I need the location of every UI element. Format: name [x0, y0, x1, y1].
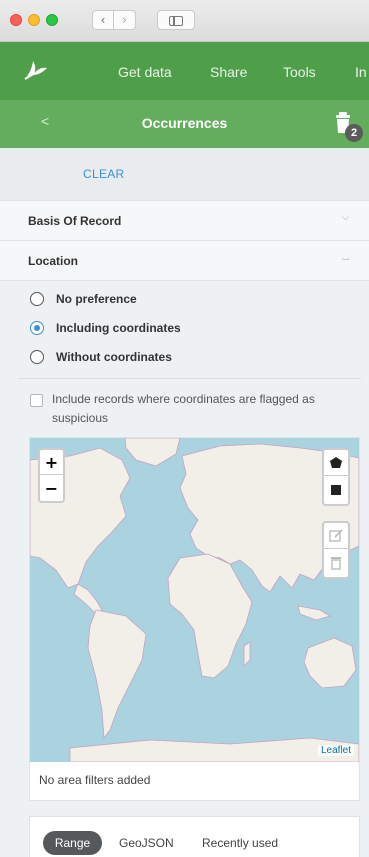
menu-tools[interactable]: Tools [283, 64, 316, 80]
menu-share[interactable]: Share [210, 64, 247, 80]
divider [18, 378, 361, 379]
browser-forward-button[interactable]: › [114, 10, 136, 30]
draw-rectangle-icon[interactable] [324, 477, 348, 503]
edit-layers-icon[interactable] [324, 523, 348, 549]
basis-of-record-section[interactable]: Basis Of Record ⌵ [0, 200, 369, 240]
tab-geojson[interactable]: GeoJSON [119, 831, 174, 855]
area-filter-message: No area filters added [39, 773, 151, 787]
chevron-left-icon: ‹ [100, 13, 106, 27]
chevron-down-icon: ⌵ [342, 213, 349, 223]
map-card: + − Leaflet No area filters added [29, 437, 360, 801]
leaflet-attribution-link[interactable]: Leaflet [318, 745, 355, 756]
selection-count-badge: 2 [345, 124, 363, 142]
suspicious-coordinates-checkbox[interactable] [30, 394, 43, 407]
menu-truncated-item[interactable]: In [355, 64, 367, 80]
radio-button[interactable] [30, 292, 44, 306]
leaf-logo-icon[interactable] [22, 56, 48, 87]
tab-range[interactable]: Range [43, 831, 102, 855]
menu-get-data[interactable]: Get data [118, 64, 172, 80]
delete-layers-icon[interactable] [324, 550, 348, 576]
edit-toolbar [322, 521, 350, 579]
sidebar-toggle-button[interactable] [157, 10, 195, 30]
zoom-control: + − [38, 448, 65, 503]
draw-polygon-icon[interactable] [324, 450, 348, 476]
browser-toolbar: ‹ › [0, 0, 369, 42]
clear-row: CLEAR [0, 148, 369, 200]
zoom-in-button[interactable]: + [40, 450, 63, 475]
close-window-button[interactable] [10, 14, 22, 26]
draw-toolbar [322, 448, 350, 506]
page-title: Occurrences [141, 115, 228, 131]
map-tiles [30, 438, 359, 762]
chevron-up-icon: ⌴ [342, 253, 350, 263]
section-title: Basis Of Record [28, 214, 122, 228]
section-title: Location [28, 254, 78, 268]
zoom-out-button[interactable]: − [40, 476, 63, 501]
radio-button[interactable] [30, 321, 44, 335]
app-header: Get data Share Tools In [0, 42, 369, 100]
suspicious-coordinates-label: Include records where coordinates are fl… [52, 392, 315, 425]
clear-button[interactable]: CLEAR [83, 167, 125, 181]
geometry-tabs: Range GeoJSON Recently used [29, 816, 360, 857]
radio-label: Without coordinates [56, 350, 172, 364]
maximize-window-button[interactable] [46, 14, 58, 26]
minimize-window-button[interactable] [28, 14, 40, 26]
sidebar-icon [169, 16, 183, 26]
chevron-right-icon: › [122, 13, 127, 27]
radio-label: Including coordinates [56, 321, 181, 335]
tab-recently-used[interactable]: Recently used [202, 831, 278, 855]
radio-label: No preference [56, 292, 137, 306]
browser-back-button[interactable]: ‹ [92, 10, 114, 30]
location-section[interactable]: Location ⌴ [0, 240, 369, 280]
radio-button[interactable] [30, 350, 44, 364]
filter-header: < Occurrences [0, 100, 369, 148]
world-map[interactable]: + − Leaflet [30, 438, 359, 762]
